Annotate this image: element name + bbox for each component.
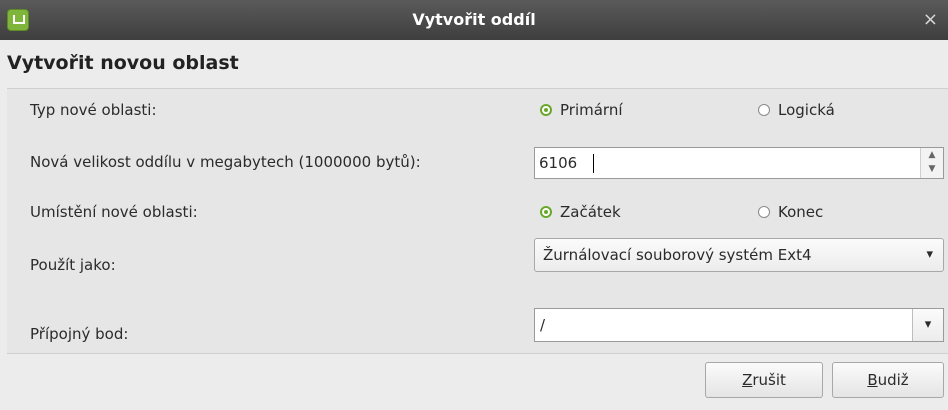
radio-logical[interactable]: Logická [758,101,835,119]
radio-start-label: Začátek [560,203,621,221]
mount-label: Přípojný bod: [30,325,129,343]
ok-mnemonic: B [867,371,878,389]
radio-logical-label: Logická [778,101,835,119]
mount-point-value: / [540,316,546,334]
filesystem-select[interactable]: Žurnálovací souborový systém Ext4 ▾ [534,238,944,272]
filesystem-value: Žurnálovací souborový systém Ext4 [543,246,812,264]
dialog-heading: Vytvořit novou oblast [7,52,239,74]
chevron-down-icon[interactable]: ▾ [912,309,943,341]
spin-arrows-icon[interactable]: ▲ ▼ [920,148,943,178]
cancel-label: rušit [752,371,786,389]
close-icon[interactable]: × [923,0,938,40]
size-spinbutton[interactable]: 6106 ▲ ▼ [534,147,944,179]
chevron-down-icon: ▾ [926,247,933,262]
radio-primary[interactable]: Primární [540,101,623,119]
radio-primary-label: Primární [560,101,623,119]
radio-unchecked-icon [758,206,770,218]
ok-label: udiž [877,371,909,389]
cancel-button[interactable]: Zrušit [705,362,823,398]
radio-end[interactable]: Konec [758,203,823,221]
radio-end-label: Konec [778,203,824,221]
window-title: Vytvořit oddíl [412,10,536,29]
text-cursor [593,154,594,173]
ok-button[interactable]: Budiž [832,362,944,398]
mount-point-combo[interactable]: / ▾ [534,308,944,342]
location-label: Umístění nové oblasti: [30,203,198,221]
radio-checked-icon [540,206,552,218]
cancel-mnemonic: Z [742,371,753,389]
radio-start[interactable]: Začátek [540,203,621,221]
type-label: Typ nové oblasti: [30,101,157,119]
dialog-window: Vytvořit oddíl × Vytvořit novou oblast T… [0,0,948,410]
radio-checked-icon [540,104,552,116]
size-value: 6106 [539,154,578,172]
titlebar[interactable]: Vytvořit oddíl × [0,0,948,40]
radio-unchecked-icon [758,104,770,116]
use-as-label: Použít jako: [30,256,116,274]
size-label: Nová velikost oddílu v megabytech (10000… [30,153,421,171]
